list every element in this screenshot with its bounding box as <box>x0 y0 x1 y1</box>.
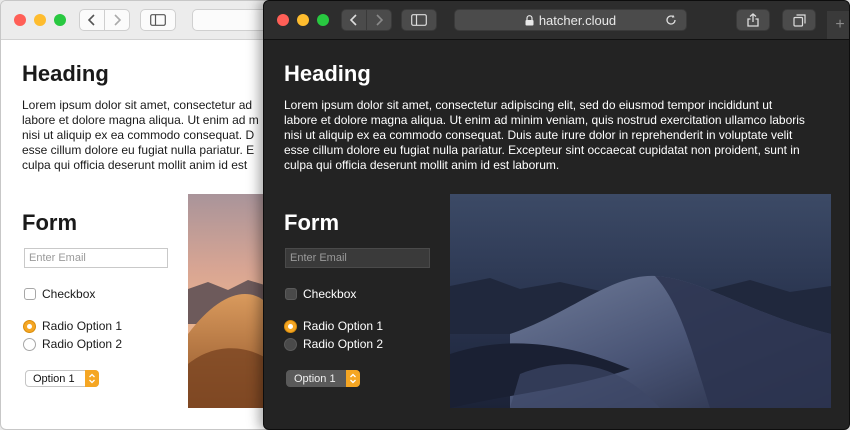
checkbox-label: Checkbox <box>42 287 96 301</box>
checkbox-label: Checkbox <box>303 287 357 301</box>
new-tab-button[interactable]: + <box>827 11 849 39</box>
checkbox[interactable] <box>24 288 36 300</box>
page-heading: Heading <box>22 61 109 86</box>
desert-dunes-day-image <box>188 194 268 408</box>
radio-button-selected[interactable] <box>23 319 36 333</box>
paragraph-line: Lorem ipsum dolor sit amet, consectetur … <box>22 98 253 112</box>
url-text: hatcher.cloud <box>538 12 617 28</box>
paragraph-line: labore et dolore magna aliqua. Ut enim a… <box>284 113 805 127</box>
dark-toolbar: hatcher.cloud + <box>264 1 849 40</box>
select-value: Option 1 <box>294 372 336 385</box>
reload-icon[interactable] <box>665 14 677 26</box>
forward-chevron-icon <box>376 14 384 26</box>
lock-icon <box>525 14 534 25</box>
radio-label: Radio Option 2 <box>303 337 384 351</box>
radio-label: Radio Option 1 <box>42 319 123 333</box>
close-button[interactable] <box>277 14 289 26</box>
back-button[interactable] <box>341 9 367 31</box>
select-stepper-icon <box>85 370 99 387</box>
tabs-overview-button[interactable] <box>782 9 816 31</box>
radio-option-2[interactable]: Radio Option 2 <box>284 337 383 351</box>
paragraph-line: nisi ut aliquip ex ea commodo consequat.… <box>22 128 255 142</box>
tabs-icon <box>792 13 806 27</box>
share-button[interactable] <box>736 9 770 31</box>
checkbox[interactable] <box>285 288 297 300</box>
select-stepper-icon <box>346 370 360 387</box>
email-field[interactable] <box>24 248 168 268</box>
radio-button[interactable] <box>23 337 36 351</box>
form-title: Form <box>22 210 77 235</box>
paragraph-line: esse cillum dolore eu fugiat nulla paria… <box>22 143 255 157</box>
form-title: Form <box>284 210 339 235</box>
option-select[interactable]: Option 1 <box>286 370 360 387</box>
radio-option-1[interactable]: Radio Option 1 <box>284 319 383 333</box>
paragraph-line: nisi ut aliquip ex ea commodo consequat.… <box>284 128 793 142</box>
share-icon <box>747 13 759 27</box>
option-select[interactable]: Option 1 <box>25 370 99 387</box>
back-chevron-icon <box>87 14 95 26</box>
light-browser-window: Heading Lorem ipsum dolor sit amet, cons… <box>0 0 270 430</box>
address-bar[interactable]: hatcher.cloud <box>454 9 687 31</box>
radio-button-selected[interactable] <box>284 319 297 333</box>
back-button[interactable] <box>79 9 105 31</box>
sidebar-button[interactable] <box>140 9 176 31</box>
sidebar-button[interactable] <box>401 9 437 31</box>
paragraph-line: culpa qui officia deserunt mollit anim i… <box>22 158 248 172</box>
paragraph-line: labore et dolore magna aliqua. Ut enim a… <box>22 113 259 127</box>
back-chevron-icon <box>349 14 357 26</box>
checkbox-row[interactable]: Checkbox <box>285 287 356 301</box>
sidebar-icon <box>411 14 427 26</box>
radio-option-1[interactable]: Radio Option 1 <box>23 319 122 333</box>
radio-option-2[interactable]: Radio Option 2 <box>23 337 122 351</box>
plus-icon: + <box>835 16 845 33</box>
dark-browser-window: hatcher.cloud + Heading Lorem ipsum dolo… <box>263 0 850 430</box>
sidebar-icon <box>150 14 166 26</box>
address-bar[interactable] <box>192 9 269 31</box>
minimize-button[interactable] <box>297 14 309 26</box>
close-button[interactable] <box>14 14 26 26</box>
checkbox-row[interactable]: Checkbox <box>24 287 95 301</box>
paragraph-line: culpa qui officia deserunt mollit anim i… <box>284 158 560 172</box>
lorem-paragraph: Lorem ipsum dolor sit amet, consectetur … <box>22 98 259 173</box>
forward-button[interactable] <box>366 9 392 31</box>
desert-dunes-night-image <box>450 194 831 408</box>
radio-label: Radio Option 1 <box>303 319 384 333</box>
email-field[interactable] <box>285 248 430 268</box>
minimize-button[interactable] <box>34 14 46 26</box>
select-value: Option 1 <box>33 372 75 385</box>
zoom-button[interactable] <box>54 14 66 26</box>
page-heading: Heading <box>284 61 371 86</box>
radio-label: Radio Option 2 <box>42 337 123 351</box>
zoom-button[interactable] <box>317 14 329 26</box>
forward-chevron-icon <box>114 14 122 26</box>
light-toolbar <box>1 1 269 40</box>
forward-button[interactable] <box>104 9 130 31</box>
radio-button[interactable] <box>284 337 297 351</box>
paragraph-line: esse cillum dolore eu fugiat nulla paria… <box>284 143 800 157</box>
paragraph-line: Lorem ipsum dolor sit amet, consectetur … <box>284 98 773 112</box>
lorem-paragraph: Lorem ipsum dolor sit amet, consectetur … <box>284 98 805 173</box>
